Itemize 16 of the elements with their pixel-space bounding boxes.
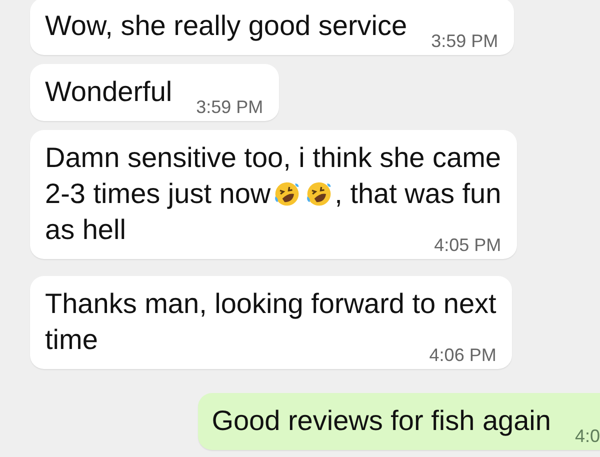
message-text: as hell (45, 213, 126, 247)
message-text: time (45, 323, 98, 357)
message-text: Good reviews for fish again (212, 404, 551, 438)
laughing-face-icon (304, 180, 333, 208)
message-time: 4:06 PM (428, 344, 496, 366)
laughing-face-icon (272, 180, 301, 208)
message-text: Wow, she really good service (45, 9, 408, 43)
message-time: 4:05 PM (433, 234, 502, 256)
message-time: 4:0 (574, 425, 600, 447)
message-text: 2-3 times just now (45, 177, 271, 211)
message-time: 3:59 PM (195, 96, 264, 118)
message-text: , that was fun (334, 177, 502, 211)
message-time: 3:59 PM (430, 30, 498, 52)
message-text: Wonderful (45, 75, 172, 109)
message-text: Thanks man, looking forward to next (45, 287, 496, 321)
message-text: Damn sensitive too, i think she came (45, 141, 501, 175)
